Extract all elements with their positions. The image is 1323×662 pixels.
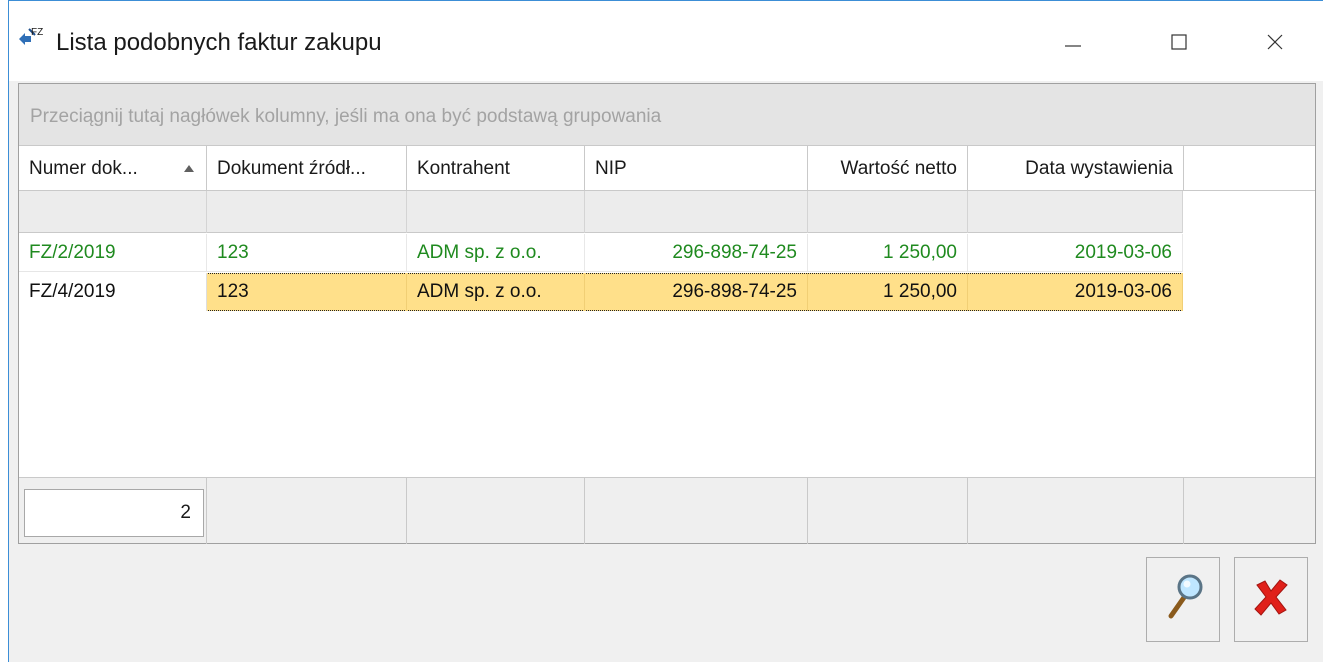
title-bar[interactable]: FZ Lista podobnych faktur zakupu [9,1,1323,81]
cell-numer: FZ/2/2019 [19,234,207,272]
column-header-row: Numer dok... Dokument źródł... Kontrahen… [19,146,1315,191]
footer-cell-wartosc [808,478,968,544]
maximize-icon [1170,33,1188,51]
group-by-panel[interactable]: Przeciągnij tutaj nagłówek kolumny, jeśl… [19,84,1315,146]
filter-cell-dokument[interactable] [207,191,407,233]
footer-cell-kontrahent [407,478,585,544]
footer-cell-nip [585,478,808,544]
column-header-numer[interactable]: Numer dok... [19,146,207,191]
column-header-label: Numer dok... [29,158,138,179]
summary-footer-row: 2 [19,477,1315,544]
magnifier-icon [1161,572,1205,627]
column-header-label: NIP [595,158,627,179]
close-icon [1266,33,1284,51]
cell-dokument: 123 [207,234,407,272]
record-count: 2 [24,489,204,537]
invoice-grid: Przeciągnij tutaj nagłówek kolumny, jeśl… [18,83,1316,544]
cell-kontrahent: ADM sp. z o.o. [407,273,585,311]
cell-numer: FZ/4/2019 [19,273,207,311]
minimize-button[interactable] [1050,19,1096,65]
preview-button[interactable] [1146,557,1220,642]
footer-cell-data [968,478,1184,544]
column-header-label: Data wystawienia [1025,158,1173,179]
cell-nip: 296-898-74-25 [585,273,808,311]
window-title: Lista podobnych faktur zakupu [56,29,382,56]
maximize-button[interactable] [1156,19,1202,65]
sort-ascending-icon [184,165,194,172]
column-header-label: Dokument źródł... [217,158,366,179]
footer-cell-numer: 2 [19,478,207,544]
cell-nip: 296-898-74-25 [585,234,808,272]
table-row-selected[interactable]: FZ/4/2019 123 ADM sp. z o.o. 296-898-74-… [19,273,1183,311]
column-header-nip[interactable]: NIP [585,146,808,191]
close-button[interactable] [1234,557,1308,642]
close-window-button[interactable] [1252,19,1298,65]
column-header-data[interactable]: Data wystawienia [968,146,1184,191]
cell-wartosc: 1 250,00 [808,273,968,311]
filter-cell-data[interactable] [968,191,1183,233]
red-x-icon [1251,577,1291,622]
group-by-hint: Przeciągnij tutaj nagłówek kolumny, jeśl… [30,106,662,127]
filter-cell-kontrahent[interactable] [407,191,585,233]
dialog-window: FZ Lista podobnych faktur zakupu Przecią… [8,0,1323,662]
column-header-kontrahent[interactable]: Kontrahent [407,146,585,191]
column-header-spacer [1184,146,1315,191]
fz-document-icon: FZ [17,25,45,49]
column-header-label: Wartość netto [840,158,957,179]
table-row[interactable]: FZ/2/2019 123 ADM sp. z o.o. 296-898-74-… [19,234,1183,272]
filter-row [19,191,1183,233]
cell-dokument: 123 [207,273,407,311]
cell-data: 2019-03-06 [968,234,1183,272]
minimize-icon [1064,33,1082,51]
cell-data: 2019-03-06 [968,273,1183,311]
column-header-wartosc[interactable]: Wartość netto [808,146,968,191]
filter-cell-wartosc[interactable] [808,191,968,233]
cell-kontrahent: ADM sp. z o.o. [407,234,585,272]
filter-cell-numer[interactable] [19,191,207,233]
column-header-dokument[interactable]: Dokument źródł... [207,146,407,191]
cell-wartosc: 1 250,00 [808,234,968,272]
filter-cell-nip[interactable] [585,191,808,233]
column-header-label: Kontrahent [417,158,510,179]
svg-text:FZ: FZ [31,27,43,38]
footer-cell-dokument [207,478,407,544]
